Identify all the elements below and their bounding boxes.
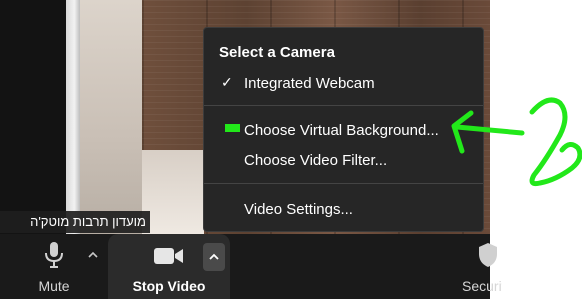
menu-item-video-settings[interactable]: Video Settings... (244, 201, 353, 218)
microphone-icon (45, 242, 63, 268)
menu-divider (204, 183, 483, 184)
mute-label: Mute (38, 278, 70, 294)
participant-name-label: מועדון תרבות מוטק'ה (0, 211, 150, 233)
mute-options-caret-icon[interactable] (86, 248, 100, 262)
menu-item-integrated-webcam[interactable]: Integrated Webcam (244, 75, 375, 92)
video-wall (80, 0, 142, 234)
menu-divider (204, 105, 483, 106)
stop-video-label: Stop Video (132, 278, 206, 294)
video-white-strip (66, 0, 80, 234)
camera-menu: Select a Camera ✓ Integrated Webcam Choo… (203, 27, 484, 232)
mute-button[interactable]: Mute (22, 234, 86, 299)
video-light-area (142, 150, 204, 234)
annotation-number-2 (529, 97, 582, 187)
video-camera-icon (154, 248, 183, 264)
menu-title: Select a Camera (219, 44, 335, 61)
menu-item-video-filter[interactable]: Choose Video Filter... (244, 152, 387, 169)
menu-item-virtual-background[interactable]: Choose Virtual Background... (244, 122, 439, 139)
shield-icon (479, 243, 497, 267)
security-button[interactable]: Security (462, 234, 502, 299)
security-label: Security (462, 278, 502, 294)
video-options-caret-button[interactable] (203, 243, 225, 271)
video-dark-panel (0, 0, 66, 234)
checkmark-icon: ✓ (221, 74, 233, 90)
chevron-up-icon (209, 253, 219, 260)
meeting-toolbar: Mute Stop Video Security (0, 234, 502, 299)
